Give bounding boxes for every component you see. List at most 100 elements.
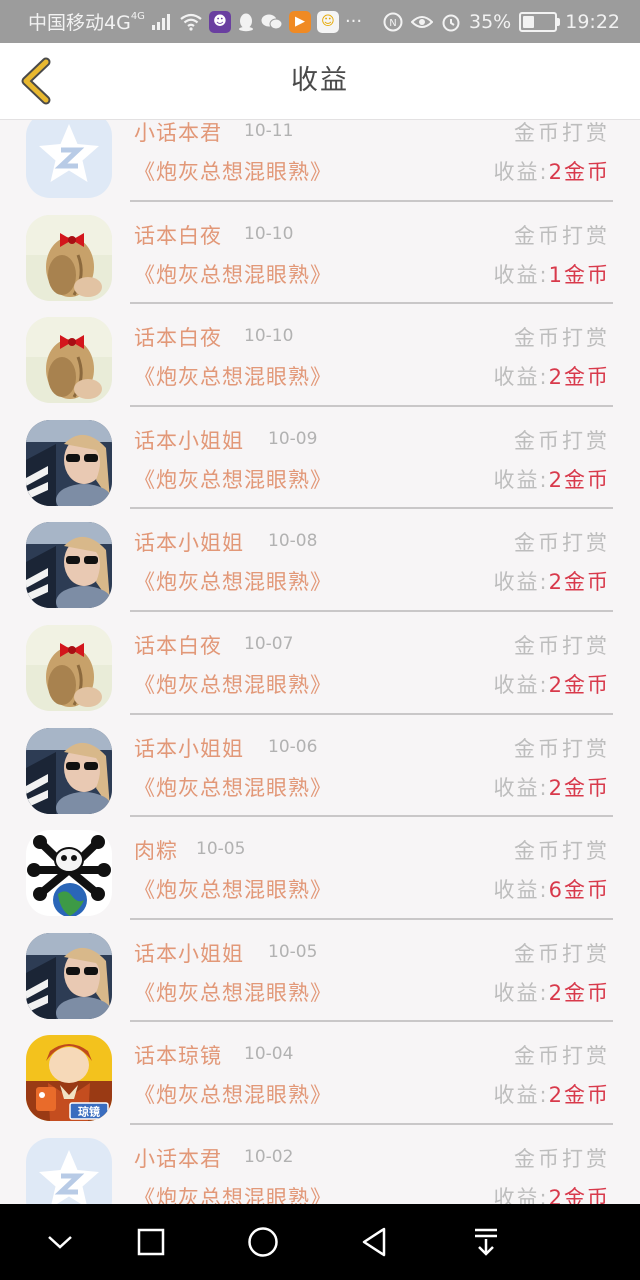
earnings-value: 2金币 (548, 775, 610, 800)
earnings-label: 收益: (493, 1083, 549, 1108)
avatar[interactable] (26, 624, 112, 711)
nav-collapse-button[interactable] (20, 1204, 100, 1280)
reward-type-label: 金币打赏 (514, 941, 610, 966)
earnings-value: 2金币 (548, 467, 610, 492)
earnings-value: 2金币 (548, 672, 610, 697)
network-tag: 4G (130, 11, 145, 22)
status-bar: 中国移动4G 4G ☻ ▶ ☺ ··· N 35% 19:22 (0, 0, 640, 43)
svg-text:N: N (389, 18, 396, 29)
triangle-back-icon (362, 1227, 386, 1257)
reward-date: 10-05 (268, 941, 318, 962)
nav-recents-button[interactable] (111, 1204, 191, 1280)
list-item[interactable]: 琼镜 话本琼镜 10-04 金币打赏 《炮灰总想混眼熟》 收益:2金币 (0, 1026, 640, 1129)
nfc-icon: N (383, 12, 403, 32)
earnings-value: 2金币 (548, 365, 610, 390)
list-item[interactable]: 小话本君 10-02 金币打赏 《炮灰总想混眼熟》 收益:2金币 (0, 1129, 640, 1204)
book-title: 《炮灰总想混眼熟》 (134, 672, 332, 697)
circle-icon (248, 1227, 278, 1257)
reward-type-label: 金币打赏 (514, 1146, 610, 1171)
list-item[interactable]: 肉粽 10-05 金币打赏 《炮灰总想混眼熟》 收益:6金币 (0, 821, 640, 924)
earnings: 收益:2金币 (494, 772, 610, 802)
avatar[interactable] (26, 727, 112, 814)
earnings-label: 收益: (493, 980, 549, 1005)
list-item[interactable]: 话本白夜 10-07 金币打赏 《炮灰总想混眼熟》 收益:2金币 (0, 616, 640, 719)
earnings-label: 收益: (493, 570, 549, 595)
earnings-value: 2金币 (548, 160, 610, 184)
avatar[interactable] (26, 522, 112, 609)
row-divider (130, 199, 613, 202)
avatar[interactable] (26, 1137, 112, 1204)
earnings: 收益:2金币 (494, 977, 610, 1007)
wechat-icon (261, 13, 283, 31)
row-divider (130, 1020, 613, 1023)
earnings-value: 2金币 (548, 980, 610, 1005)
book-title: 《炮灰总想混眼熟》 (134, 1083, 332, 1108)
earnings-label: 收益: (493, 160, 549, 184)
list-item[interactable]: 话本小姐姐 10-09 金币打赏 《炮灰总想混眼熟》 收益:2金币 (0, 411, 640, 514)
wifi-icon (179, 13, 203, 31)
system-nav-bar (0, 1204, 640, 1280)
row-divider (130, 404, 613, 407)
reward-type-label: 金币打赏 (514, 223, 610, 248)
eye-icon (411, 14, 433, 30)
avatar[interactable] (26, 419, 112, 506)
earnings: 收益:6金币 (494, 874, 610, 904)
sender-name: 小话本君 (134, 121, 222, 145)
battery-icon (519, 11, 561, 32)
reward-type-label: 金币打赏 (514, 121, 610, 145)
nav-home-button[interactable] (223, 1204, 303, 1280)
sender-name: 话本小姐姐 (134, 941, 244, 966)
row-divider (130, 609, 613, 612)
avatar[interactable] (26, 120, 112, 198)
book-title: 《炮灰总想混眼熟》 (134, 980, 332, 1005)
reward-date: 10-04 (244, 1044, 294, 1065)
reward-type-label: 金币打赏 (514, 839, 610, 864)
nav-back-button[interactable] (334, 1204, 414, 1280)
more-icon: ··· (344, 11, 363, 32)
earnings: 收益:1金币 (494, 259, 610, 289)
app-header: 收益 (0, 43, 640, 120)
earnings-label: 收益: (493, 672, 549, 697)
book-title: 《炮灰总想混眼熟》 (134, 775, 332, 800)
earnings-label: 收益: (493, 262, 549, 287)
list-item[interactable]: 话本小姐姐 10-08 金币打赏 《炮灰总想混眼熟》 收益:2金币 (0, 513, 640, 616)
list-item[interactable]: 话本小姐姐 10-06 金币打赏 《炮灰总想混眼熟》 收益:2金币 (0, 719, 640, 822)
row-divider (130, 1122, 613, 1125)
sender-name: 肉粽 (134, 839, 178, 864)
earnings-list[interactable]: 小话本君 10-11 金币打赏 《炮灰总想混眼熟》 收益:2金币 话本白夜 10… (0, 120, 640, 1204)
avatar[interactable] (26, 932, 112, 1019)
sender-name: 话本白夜 (134, 633, 222, 658)
avatar[interactable] (26, 830, 112, 917)
earnings-label: 收益: (493, 365, 549, 390)
earnings: 收益:2金币 (494, 464, 610, 494)
earnings: 收益:2金币 (494, 669, 610, 699)
video-app-icon: ▶ (288, 10, 311, 33)
status-left: 中国移动4G 4G ☻ ▶ ☺ ··· (28, 0, 362, 43)
earnings-value: 2金币 (548, 1083, 610, 1108)
square-icon (137, 1228, 165, 1256)
reward-date: 10-10 (244, 326, 294, 347)
earnings-value: 6金币 (548, 878, 610, 903)
list-item[interactable]: 话本小姐姐 10-05 金币打赏 《炮灰总想混眼熟》 收益:2金币 (0, 924, 640, 1027)
list-item[interactable]: 话本白夜 10-10 金币打赏 《炮灰总想混眼熟》 收益:2金币 (0, 308, 640, 411)
avatar[interactable]: 琼镜 (26, 1035, 112, 1122)
row-divider (130, 507, 613, 510)
reward-date: 10-08 (268, 531, 318, 552)
earnings-value: 1金币 (548, 262, 610, 287)
sender-name: 话本小姐姐 (134, 531, 244, 556)
row-divider (130, 917, 613, 920)
list-item[interactable]: 小话本君 10-11 金币打赏 《炮灰总想混眼熟》 收益:2金币 (0, 120, 640, 206)
earnings-label: 收益: (493, 775, 549, 800)
sender-name: 话本白夜 (134, 326, 222, 351)
carrier-label: 中国移动4G (28, 12, 131, 34)
reward-date: 10-10 (244, 223, 294, 244)
chat-app-icon: ☺ (316, 10, 339, 33)
avatar[interactable] (26, 214, 112, 301)
earnings-list-content: 小话本君 10-11 金币打赏 《炮灰总想混眼熟》 收益:2金币 话本白夜 10… (0, 120, 640, 1204)
alarm-icon (441, 12, 461, 32)
avatar[interactable] (26, 317, 112, 404)
list-item[interactable]: 话本白夜 10-10 金币打赏 《炮灰总想混眼熟》 收益:1金币 (0, 206, 640, 309)
nav-notifications-button[interactable] (446, 1204, 526, 1280)
reward-date: 10-07 (244, 633, 294, 654)
reward-date: 10-02 (244, 1146, 294, 1167)
